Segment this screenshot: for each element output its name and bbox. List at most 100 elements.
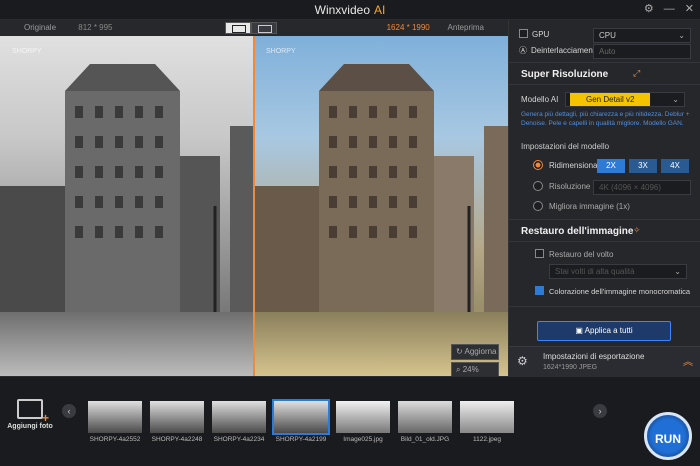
preview-label: Anteprima — [447, 23, 484, 32]
ai-model-select[interactable]: Gen Detail v2 ⌄ — [565, 92, 685, 107]
thumbnail-caption: Bild_01_old.JPG — [400, 436, 450, 443]
resize-label: Ridimensiona — [549, 161, 598, 170]
thumbnail-item-selected[interactable]: SHORPY-4a2199 — [272, 399, 330, 443]
super-resolution-icon: ⤢ — [633, 68, 641, 78]
thumbnail-caption: SHORPY-4a2552 — [89, 436, 141, 443]
bottom-bar: Aggiungi foto ‹ SHORPY-4a2552 SHORPY-4a2… — [0, 376, 700, 466]
settings-gear-icon[interactable]: ⚙ — [644, 3, 654, 16]
restore-wand-icon: ✧ — [633, 225, 641, 235]
thumbnail-image — [88, 401, 142, 433]
app-window: Winxvideo AI ⚙ — ✕ Originale 812 * 995 16… — [0, 0, 700, 466]
add-photo-icon — [17, 399, 49, 425]
refresh-button[interactable]: ↻ Aggiorna — [451, 344, 499, 360]
chevron-up-icon[interactable]: ︽ — [683, 353, 693, 368]
apply-to-all-label: Applica a tutti — [584, 326, 633, 335]
apply-to-all-button[interactable]: ▣ Applica a tutti — [537, 321, 671, 341]
colorize-checkbox[interactable] — [535, 286, 544, 295]
watermark-text-preview: SHORPY — [266, 48, 296, 55]
model-settings-label: Impostazioni del modello — [521, 142, 610, 151]
gpu-select[interactable]: CPU ⌄ — [593, 28, 691, 43]
thumbnail-image — [272, 399, 330, 435]
preview-dimensions: 1624 * 1990 — [386, 23, 430, 32]
thumbnail-item[interactable]: SHORPY-4a2248 — [150, 401, 204, 443]
split-view-button[interactable] — [225, 22, 251, 34]
colorize-label: Colorazione dell'immagine monocromatica — [549, 287, 691, 296]
deinterlace-select[interactable]: Auto — [593, 44, 691, 59]
thumbnail-caption: SHORPY-4a2248 — [151, 436, 203, 443]
watermark-text: SHORPY — [12, 48, 42, 55]
app-title: Winxvideo AI — [0, 3, 700, 17]
app-title-accent: AI — [374, 3, 386, 17]
chevron-down-icon: ⌄ — [674, 267, 681, 276]
settings-panel: GPU CPU ⌄ Ⓐ Deinterlacciamento Auto Super… — [508, 20, 700, 376]
face-restore-label: Restauro del volto — [549, 250, 614, 259]
ai-model-label: Modello AI — [521, 95, 559, 104]
thumbnail-caption: 1122.jpeg — [472, 436, 502, 443]
face-restore-select[interactable]: Stai volti di alta qualità ⌄ — [549, 264, 687, 279]
scale-2x-button[interactable]: 2X — [597, 159, 625, 173]
ai-model-description: Genera più dettagli, più chiarezza e più… — [521, 111, 690, 127]
zoom-value: 24% — [462, 365, 479, 374]
thumbnail-caption: SHORPY-4a2199 — [275, 436, 327, 443]
original-dimensions: 812 * 995 — [78, 23, 113, 32]
title-bar: Winxvideo AI ⚙ — ✕ — [0, 0, 700, 20]
resolution-radio[interactable] — [533, 181, 543, 191]
thumbnail-strip: SHORPY-4a2552 SHORPY-4a2248 SHORPY-4a223… — [88, 399, 514, 443]
add-photo-button[interactable]: Aggiungi foto — [6, 399, 54, 430]
resize-radio[interactable] — [533, 160, 543, 170]
thumbnail-item[interactable]: SHORPY-4a2234 — [212, 401, 266, 443]
ai-model-value: Gen Detail v2 — [570, 93, 651, 106]
side-by-side-view-button[interactable] — [251, 22, 277, 34]
chevron-down-icon: ⌄ — [678, 31, 685, 40]
zoom-icon: ⌕ — [456, 365, 461, 374]
thumbnail-caption: Image025.jpg — [343, 436, 383, 443]
chevron-down-icon: ⌄ — [672, 95, 679, 104]
export-settings-bar[interactable]: ⚙ Impostazioni di esportazione 1624*1990… — [509, 346, 700, 376]
zoom-button[interactable]: ⌕ 24% — [451, 362, 499, 376]
thumbnail-item[interactable]: 1122.jpeg — [460, 401, 514, 443]
super-resolution-title: Super Risoluzione — [521, 69, 609, 80]
scale-3x-button[interactable]: 3X — [629, 159, 657, 173]
thumbnail-item[interactable]: Bild_01_old.JPG — [398, 401, 452, 443]
thumbnail-caption: SHORPY-4a2234 — [213, 436, 265, 443]
gpu-label: GPU — [532, 30, 550, 39]
run-button[interactable]: RUN — [644, 412, 692, 460]
refresh-label: Aggiorna — [464, 347, 497, 356]
deinterlace-icon: Ⓐ — [519, 46, 527, 55]
scale-4x-button[interactable]: 4X — [661, 159, 689, 173]
scroll-right-arrow[interactable]: › — [593, 404, 607, 418]
gpu-select-value: CPU — [599, 31, 616, 40]
close-icon[interactable]: ✕ — [685, 3, 694, 16]
export-settings-info: 1624*1990 JPEG — [543, 364, 598, 371]
original-image: SHORPY — [0, 36, 254, 376]
view-mode-toggle — [225, 22, 277, 34]
minimize-icon[interactable]: — — [664, 3, 675, 16]
scroll-left-arrow[interactable]: ‹ — [62, 404, 76, 418]
deinterlace-select-value: Auto — [599, 47, 616, 56]
face-restore-checkbox[interactable] — [535, 249, 544, 258]
thumbnail-image — [460, 401, 514, 433]
deinterlace-label: Deinterlacciamento — [531, 46, 600, 55]
thumbnail-image — [150, 401, 204, 433]
thumbnail-image — [212, 401, 266, 433]
export-settings-title: Impostazioni di esportazione — [543, 352, 645, 361]
preview-image: SHORPY — [254, 36, 508, 376]
thumbnail-image — [398, 401, 452, 433]
apply-copy-icon: ▣ — [575, 326, 583, 335]
app-title-text: Winxvideo — [314, 3, 370, 17]
thumbnail-item[interactable]: Image025.jpg — [336, 401, 390, 443]
refresh-icon: ↻ — [456, 347, 463, 356]
thumbnail-item[interactable]: SHORPY-4a2552 — [88, 401, 142, 443]
original-label: Originale — [24, 23, 57, 32]
enhance-label: Migliora immagine (1x) — [549, 202, 630, 211]
compare-divider-handle[interactable] — [253, 36, 255, 376]
export-settings-icon: ⚙ — [517, 354, 528, 368]
compare-bar: Originale 812 * 995 1624 * 1990 Anteprim… — [0, 20, 508, 36]
face-restore-value: Stai volti di alta qualità — [555, 267, 635, 276]
gpu-checkbox[interactable] — [519, 29, 528, 38]
image-viewer[interactable]: SHORPY SHORPY ↻ Aggiorna ⌕ 24% — [0, 36, 508, 376]
resolution-select[interactable]: 4K (4096 × 4096) — [593, 180, 691, 195]
resolution-value: 4K (4096 × 4096) — [599, 183, 662, 192]
enhance-radio[interactable] — [533, 201, 543, 211]
thumbnail-image — [336, 401, 390, 433]
